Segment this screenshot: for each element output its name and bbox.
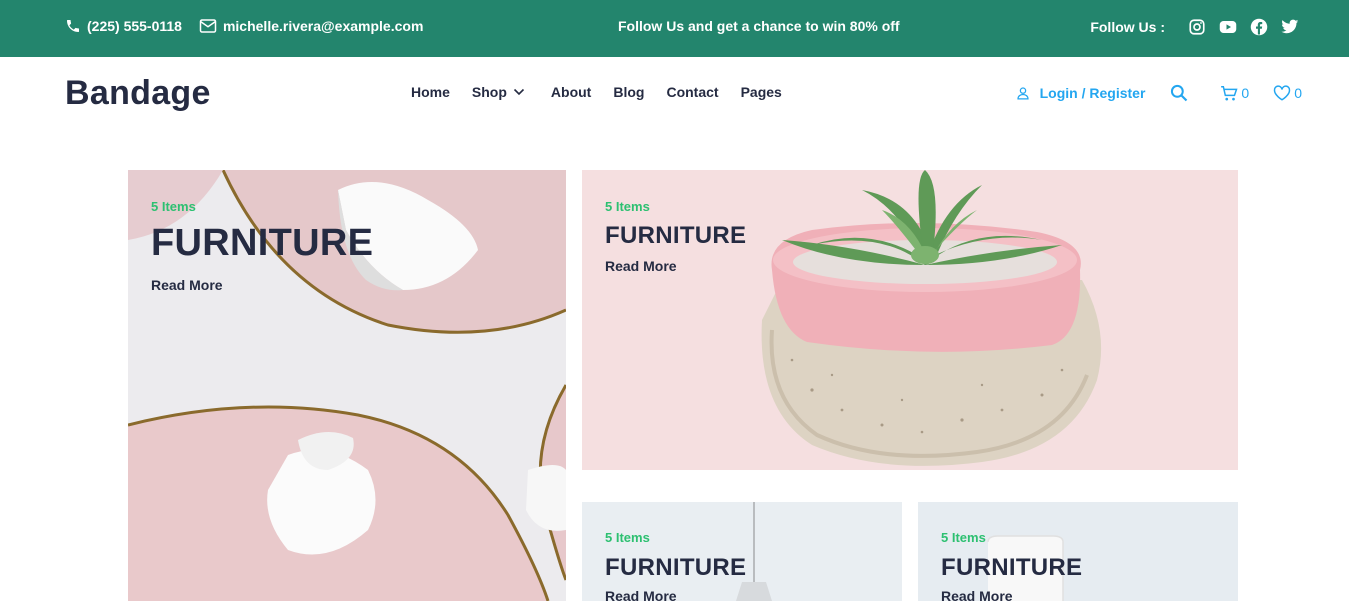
nav-shop-label: Shop bbox=[471, 84, 507, 100]
nav-shop[interactable]: Shop bbox=[472, 84, 525, 100]
header-actions: Login / Register 0 0 bbox=[1016, 83, 1302, 103]
nav-contact-label: Contact bbox=[666, 84, 719, 100]
category-title: FURNITURE bbox=[941, 554, 1083, 581]
read-more-link[interactable]: Read More bbox=[605, 258, 746, 274]
twitter-icon[interactable] bbox=[1280, 17, 1300, 37]
search-button[interactable] bbox=[1169, 83, 1192, 103]
phone-link[interactable]: (225) 555-0118 bbox=[65, 18, 182, 34]
search-icon bbox=[1171, 84, 1188, 102]
category-title: FURNITURE bbox=[605, 554, 747, 581]
email-link[interactable]: michelle.rivera@example.com bbox=[199, 18, 423, 34]
category-card-small-left[interactable]: 5 Items FURNITURE Read More bbox=[582, 502, 902, 601]
read-more-link[interactable]: Read More bbox=[941, 588, 1082, 601]
read-more-link[interactable]: Read More bbox=[605, 588, 746, 601]
nav-about-label: About bbox=[550, 84, 592, 100]
category-title: FURNITURE bbox=[605, 222, 747, 249]
follow-label: Follow Us : bbox=[1090, 19, 1165, 35]
contact-info: (225) 555-0118 michelle.rivera@example.c… bbox=[65, 18, 440, 34]
chevron-down-icon bbox=[513, 88, 524, 96]
item-count: 5 Items bbox=[941, 530, 986, 545]
mail-icon bbox=[199, 19, 217, 33]
cart-icon bbox=[1221, 85, 1238, 100]
cart-button[interactable]: 0 bbox=[1220, 85, 1249, 102]
item-count: 5 Items bbox=[151, 199, 196, 214]
nav-pages-label: Pages bbox=[740, 84, 782, 100]
promo-text: Follow Us and get a chance to win 80% of… bbox=[618, 18, 900, 34]
nav-contact[interactable]: Contact bbox=[666, 84, 718, 100]
facebook-icon[interactable] bbox=[1249, 17, 1269, 37]
item-count: 5 Items bbox=[605, 530, 650, 545]
nav-blog[interactable]: Blog bbox=[613, 84, 644, 100]
card-text: 5 Items FURNITURE Read More bbox=[605, 199, 746, 274]
instagram-icon[interactable] bbox=[1187, 17, 1207, 37]
category-title: FURNITURE bbox=[151, 222, 374, 264]
cart-count: 0 bbox=[1241, 85, 1250, 101]
user-icon bbox=[1017, 87, 1029, 100]
heart-icon bbox=[1273, 85, 1291, 101]
email-address: michelle.rivera@example.com bbox=[222, 18, 424, 34]
youtube-icon[interactable] bbox=[1218, 17, 1238, 37]
nav-home[interactable]: Home bbox=[411, 84, 450, 100]
read-more-link[interactable]: Read More bbox=[151, 277, 373, 293]
card-text: 5 Items FURNITURE Read More bbox=[151, 199, 373, 293]
phone-icon bbox=[67, 20, 79, 32]
main-menu: Home Shop About Blog Contact Pages bbox=[411, 84, 804, 100]
wishlist-button[interactable]: 0 bbox=[1273, 85, 1302, 101]
category-card-small-right[interactable]: 5 Items FURNITURE Read More bbox=[918, 502, 1238, 601]
card-text: 5 Items FURNITURE Read More bbox=[605, 530, 746, 601]
phone-number: (225) 555-0118 bbox=[87, 18, 182, 34]
login-register-label: Login / Register bbox=[1039, 85, 1146, 101]
nav-blog-label: Blog bbox=[613, 84, 645, 100]
nav-home-label: Home bbox=[411, 84, 450, 100]
category-card-large[interactable]: 5 Items FURNITURE Read More bbox=[128, 170, 566, 601]
nav-pages[interactable]: Pages bbox=[741, 84, 782, 100]
item-count: 5 Items bbox=[605, 199, 650, 214]
login-register-link[interactable]: Login / Register bbox=[1016, 85, 1146, 101]
nav-about[interactable]: About bbox=[551, 84, 591, 100]
main-navbar: Bandage Home Shop About Blog Contact Pag… bbox=[0, 57, 1349, 129]
social-links: Follow Us : bbox=[1090, 17, 1300, 37]
brand-logo[interactable]: Bandage bbox=[65, 74, 211, 113]
top-bar: (225) 555-0118 michelle.rivera@example.c… bbox=[0, 0, 1349, 57]
wishlist-count: 0 bbox=[1294, 85, 1302, 101]
card-text: 5 Items FURNITURE Read More bbox=[941, 530, 1082, 601]
category-card-wide[interactable]: 5 Items FURNITURE Read More bbox=[582, 170, 1238, 470]
